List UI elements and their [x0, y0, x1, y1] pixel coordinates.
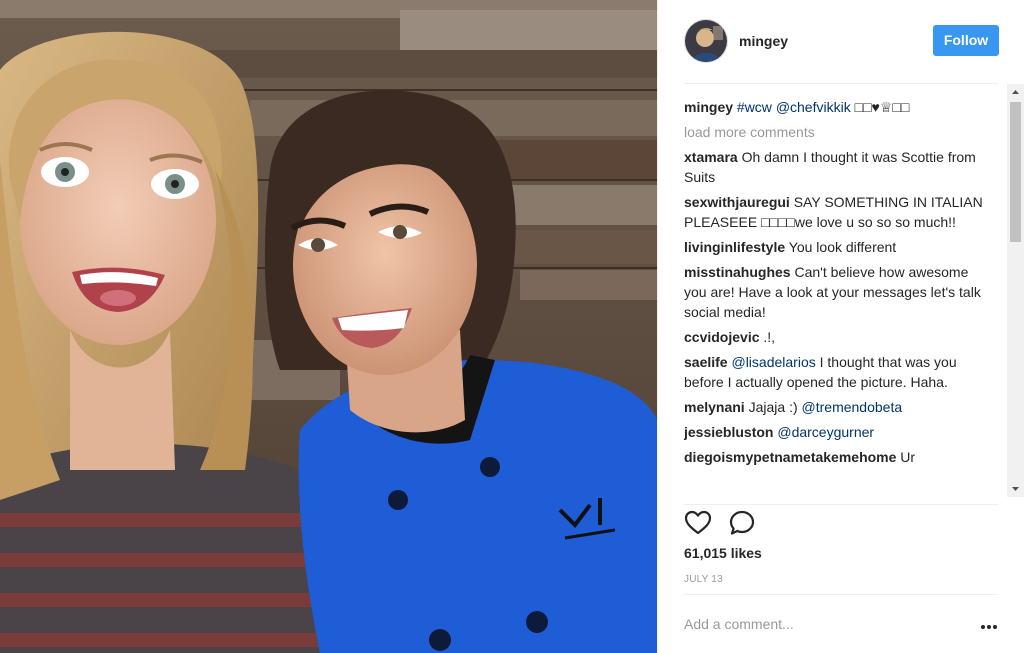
scrollbar-thumb[interactable] — [1010, 102, 1021, 242]
post-actions — [684, 509, 998, 539]
post-sidebar: mingey Follow mingey #wcw @chefvikkik □□… — [657, 0, 1024, 653]
caption-username[interactable]: mingey — [684, 99, 733, 115]
post-header: mingey Follow — [684, 18, 999, 66]
comment-username[interactable]: misstinahughes — [684, 264, 791, 280]
selfie-photo-image — [0, 0, 657, 653]
comment-text: .!, — [763, 329, 776, 345]
divider — [684, 504, 998, 505]
comment-mention[interactable]: @tremendobeta — [802, 399, 903, 415]
post-username[interactable]: mingey — [739, 33, 788, 49]
comments-scrollbar[interactable] — [1007, 84, 1024, 497]
comment-username[interactable]: sexwithjauregui — [684, 194, 790, 210]
add-comment-input[interactable]: Add a comment... — [684, 616, 794, 632]
comment-item: diegoismypetnametakemehome Ur — [684, 447, 988, 467]
comment-item: melynani Jajaja :) @tremendobeta — [684, 397, 988, 417]
caption-mention[interactable]: @chefvikkik — [776, 99, 851, 115]
comment-mention[interactable]: @lisadelarios — [731, 354, 815, 370]
comment-username[interactable]: livinginlifestyle — [684, 239, 785, 255]
post-photo[interactable] — [0, 0, 657, 653]
scroll-up-arrow-icon[interactable] — [1007, 84, 1024, 101]
comment-text: You look different — [788, 239, 897, 255]
comment-text: Ur — [900, 449, 916, 465]
comments-list[interactable]: mingey #wcw @chefvikkik □□♥♕□□ load more… — [684, 84, 1006, 497]
comment-item: sexwithjauregui SAY SOMETHING IN ITALIAN… — [684, 192, 988, 232]
divider — [684, 594, 998, 595]
comment-item: misstinahughes Can't believe how awesome… — [684, 262, 988, 322]
caption-hashtag[interactable]: #wcw — [737, 99, 772, 115]
comment-item: saelife @lisadelarios I thought that was… — [684, 352, 988, 392]
instagram-post: mingey Follow mingey #wcw @chefvikkik □□… — [0, 0, 1024, 653]
comment-username[interactable]: saelife — [684, 354, 728, 370]
comment-username[interactable]: jessiebluston — [684, 424, 773, 440]
post-date[interactable]: JULY 13 — [684, 574, 723, 585]
comment-username[interactable]: melynani — [684, 399, 745, 415]
comment-item: ccvidojevic .!, — [684, 327, 988, 347]
more-options-icon[interactable] — [980, 617, 998, 637]
scroll-down-arrow-icon[interactable] — [1007, 480, 1024, 497]
comment-username[interactable]: ccvidojevic — [684, 329, 760, 345]
comment-item: livinginlifestyle You look different — [684, 237, 988, 257]
comment-text: Jajaja :) — [748, 399, 798, 415]
comment-item: jessiebluston @darceygurner — [684, 422, 988, 442]
comment-username[interactable]: diegoismypetnametakemehome — [684, 449, 896, 465]
avatar[interactable] — [684, 19, 728, 63]
speech-bubble-icon[interactable] — [728, 509, 756, 537]
comment-username[interactable]: xtamara — [684, 149, 738, 165]
heart-icon[interactable] — [684, 509, 712, 537]
load-more-comments-link[interactable]: load more comments — [684, 122, 988, 142]
avatar-image — [685, 20, 727, 62]
likes-count[interactable]: 61,015 likes — [684, 545, 762, 561]
caption-emoji: □□♥♕□□ — [854, 99, 910, 115]
caption: mingey #wcw @chefvikkik □□♥♕□□ — [684, 97, 988, 117]
comment-mention[interactable]: @darceygurner — [777, 424, 874, 440]
follow-button[interactable]: Follow — [933, 25, 999, 56]
comment-item: xtamara Oh damn I thought it was Scottie… — [684, 147, 988, 187]
